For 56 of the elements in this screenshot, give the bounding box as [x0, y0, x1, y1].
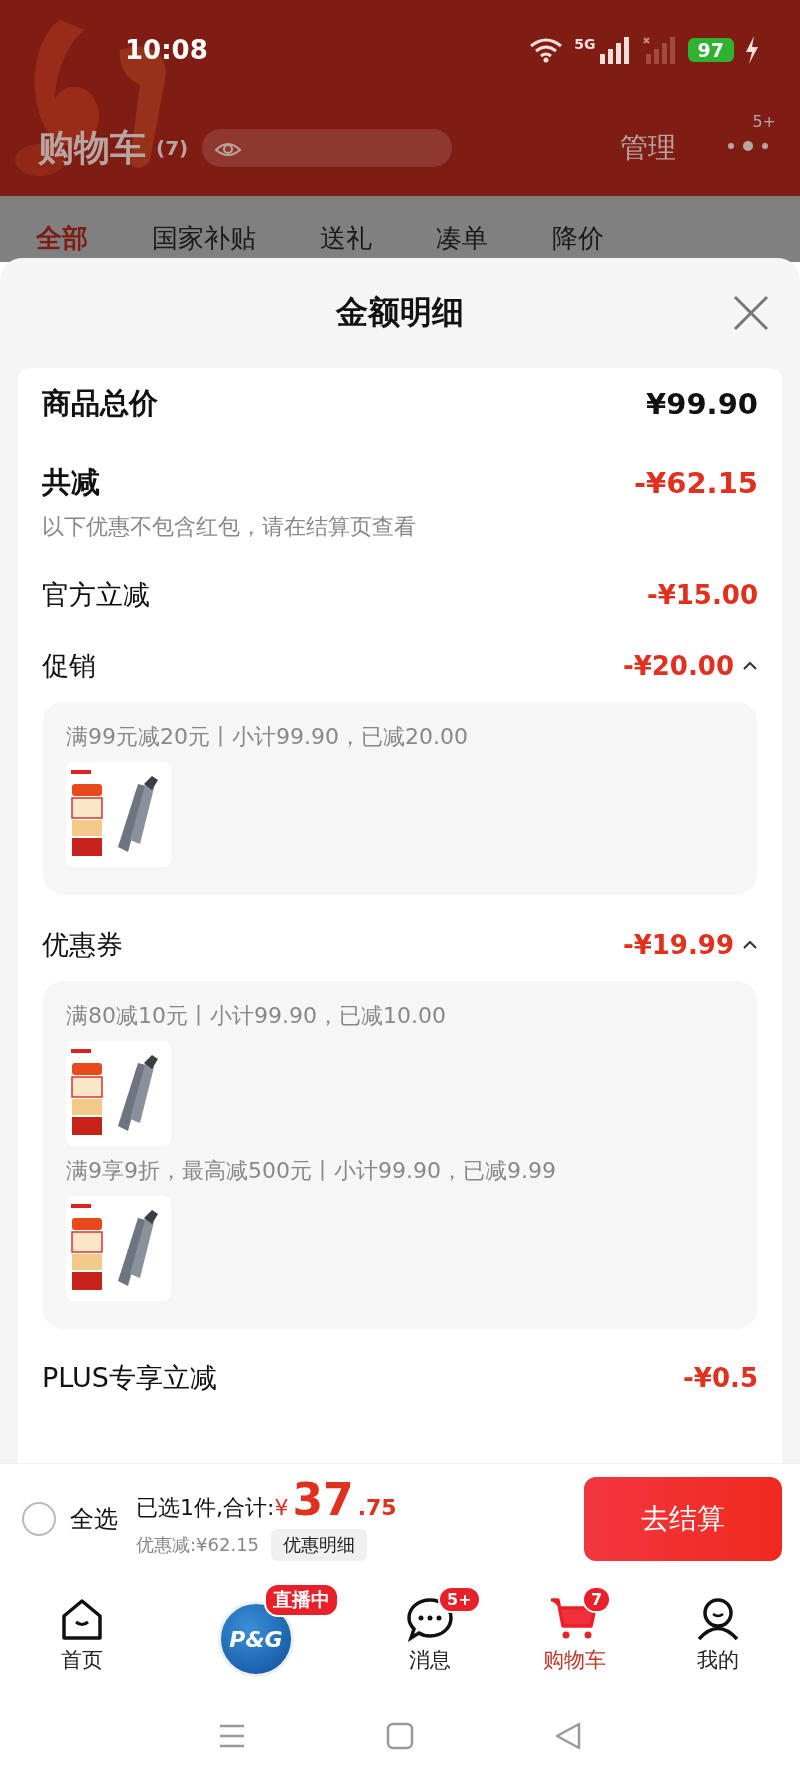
back-icon: [554, 1722, 582, 1750]
notification-count: 5+: [752, 112, 776, 131]
nav-badge: 5+: [438, 1586, 481, 1613]
selection-summary: 已选1件,合计:: [136, 1493, 275, 1522]
row-amount: -¥15.00: [646, 580, 758, 610]
discount-rule: 满9享9折，最高减500元丨小计99.90，已减9.99: [66, 1157, 557, 1185]
home-square-icon: [386, 1722, 414, 1750]
nav-item[interactable]: 7 购物车: [514, 1586, 634, 1674]
signal-icon: [597, 36, 632, 64]
category-tab[interactable]: 降价: [552, 221, 604, 256]
expand-toggle[interactable]: -¥19.99: [622, 930, 758, 960]
expand-toggle[interactable]: -¥20.00: [622, 651, 758, 681]
row-label: 共减: [42, 464, 100, 501]
home-icon: [59, 1596, 105, 1642]
select-all-label[interactable]: 全选: [70, 1503, 118, 1535]
discount-detail-button[interactable]: 优惠明细: [271, 1528, 368, 1561]
total-amount: 37: [292, 1477, 354, 1522]
category-tab[interactable]: 国家补贴: [152, 221, 256, 256]
row-amount: -¥62.15: [634, 466, 758, 500]
battery-level: 97: [687, 38, 734, 62]
manage-link[interactable]: 管理: [620, 129, 676, 167]
nav-item[interactable]: 首页: [22, 1586, 142, 1674]
row-label: 优惠券: [42, 928, 123, 962]
row-label: 商品总价: [42, 385, 158, 422]
chevron-up-icon: [742, 940, 758, 950]
clock: 10:08: [125, 35, 208, 65]
row-label: 促销: [42, 649, 96, 683]
nav-badge: 7: [582, 1586, 612, 1613]
checkout-button[interactable]: 去结算: [584, 1477, 782, 1561]
chevron-up-icon: [742, 661, 758, 671]
row-note: 以下优惠不包含红包，请在结算页查看: [41, 513, 417, 541]
discount-rule: 满99元减20元丨小计99.90，已减20.00: [66, 723, 469, 751]
close-button[interactable]: [732, 294, 770, 332]
profile-icon: [695, 1596, 741, 1642]
page-title: 购物车: [38, 125, 146, 170]
row-amount: -¥0.5: [683, 1363, 758, 1393]
no-signal-icon: [641, 36, 678, 64]
sheet-title: 金额明细: [336, 292, 464, 333]
nav-item[interactable]: 5+ 消息: [370, 1586, 490, 1674]
row-label: PLUS专享立减: [42, 1361, 217, 1395]
nav-item[interactable]: 我的: [658, 1586, 778, 1674]
discount-total: 优惠减:¥62.15: [136, 1532, 260, 1557]
row-label: 官方立减: [42, 578, 150, 612]
item-count: (7): [156, 136, 189, 160]
discount-rule: 满80减10元丨小计99.90，已减10.00: [66, 1002, 447, 1030]
charging-icon: [744, 35, 760, 65]
category-tab[interactable]: 全部: [36, 221, 88, 256]
menu-icon: [218, 1723, 246, 1749]
currency-sign: ¥: [274, 1494, 289, 1520]
network-label: 5G: [574, 36, 596, 52]
select-all-radio[interactable]: [22, 1502, 56, 1536]
category-tab[interactable]: 送礼: [320, 221, 372, 256]
row-amount: ¥99.90: [646, 387, 758, 421]
more-icon[interactable]: [726, 138, 770, 154]
total-decimals: .75: [357, 1494, 397, 1520]
category-tab[interactable]: 凑单: [436, 221, 488, 256]
